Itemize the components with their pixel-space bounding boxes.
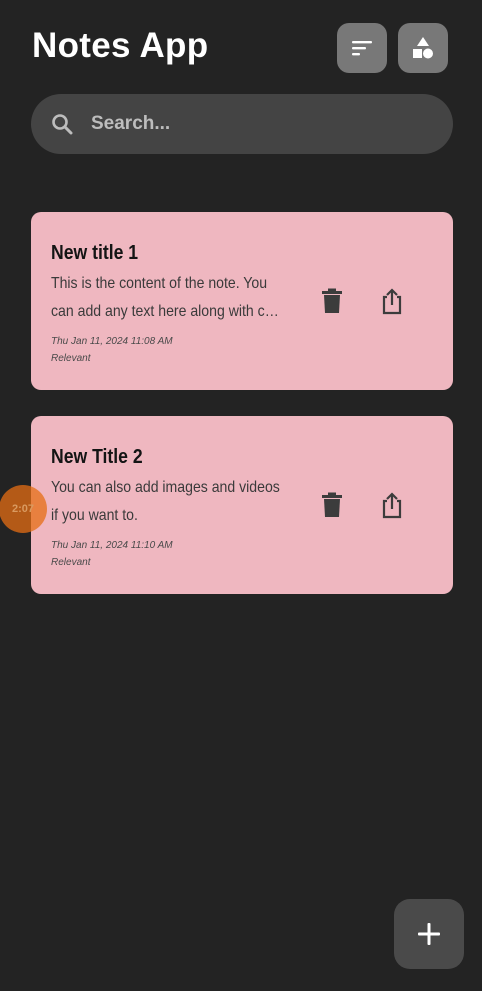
note-content-line: You can also add images and videos [51, 479, 280, 496]
note-card[interactable]: New title 1 This is the content of the n… [31, 212, 453, 390]
note-tag: Relevant [51, 353, 91, 364]
note-content-line: can add any text here along with ch... [51, 303, 282, 320]
plus-icon [418, 923, 440, 945]
note-content-line: This is the content of the note. You [51, 275, 268, 292]
note-tag: Relevant [51, 557, 91, 568]
note-content-line: if you want to. [51, 507, 138, 524]
delete-button[interactable] [317, 286, 347, 316]
share-button[interactable] [377, 490, 407, 520]
sort-lines-icon [352, 41, 372, 56]
notes-screen: Notes App New title 1 This is the conten… [0, 0, 482, 991]
shapes-icon [413, 37, 433, 59]
touch-indicator: 2:07 [0, 485, 47, 533]
note-content: This is the content of the note. You can… [51, 270, 315, 326]
sort-button[interactable] [337, 23, 387, 73]
trash-icon [322, 492, 342, 517]
note-date: Thu Jan 11, 2024 11:08 AM [51, 336, 173, 347]
search-icon [49, 111, 75, 137]
note-content: You can also add images and videos if yo… [51, 474, 315, 530]
page-title: Notes App [32, 26, 209, 65]
search-bar[interactable] [31, 94, 453, 154]
trash-icon [322, 288, 342, 313]
share-icon [382, 492, 402, 519]
shapes-button[interactable] [398, 23, 448, 73]
search-input[interactable] [91, 113, 411, 135]
note-title: New title 1 [51, 242, 139, 264]
note-title: New Title 2 [51, 446, 143, 468]
share-button[interactable] [377, 286, 407, 316]
add-note-button[interactable] [394, 899, 464, 969]
note-date: Thu Jan 11, 2024 11:10 AM [51, 540, 173, 551]
note-card[interactable]: New Title 2 You can also add images and … [31, 416, 453, 594]
delete-button[interactable] [317, 490, 347, 520]
share-icon [382, 288, 402, 315]
